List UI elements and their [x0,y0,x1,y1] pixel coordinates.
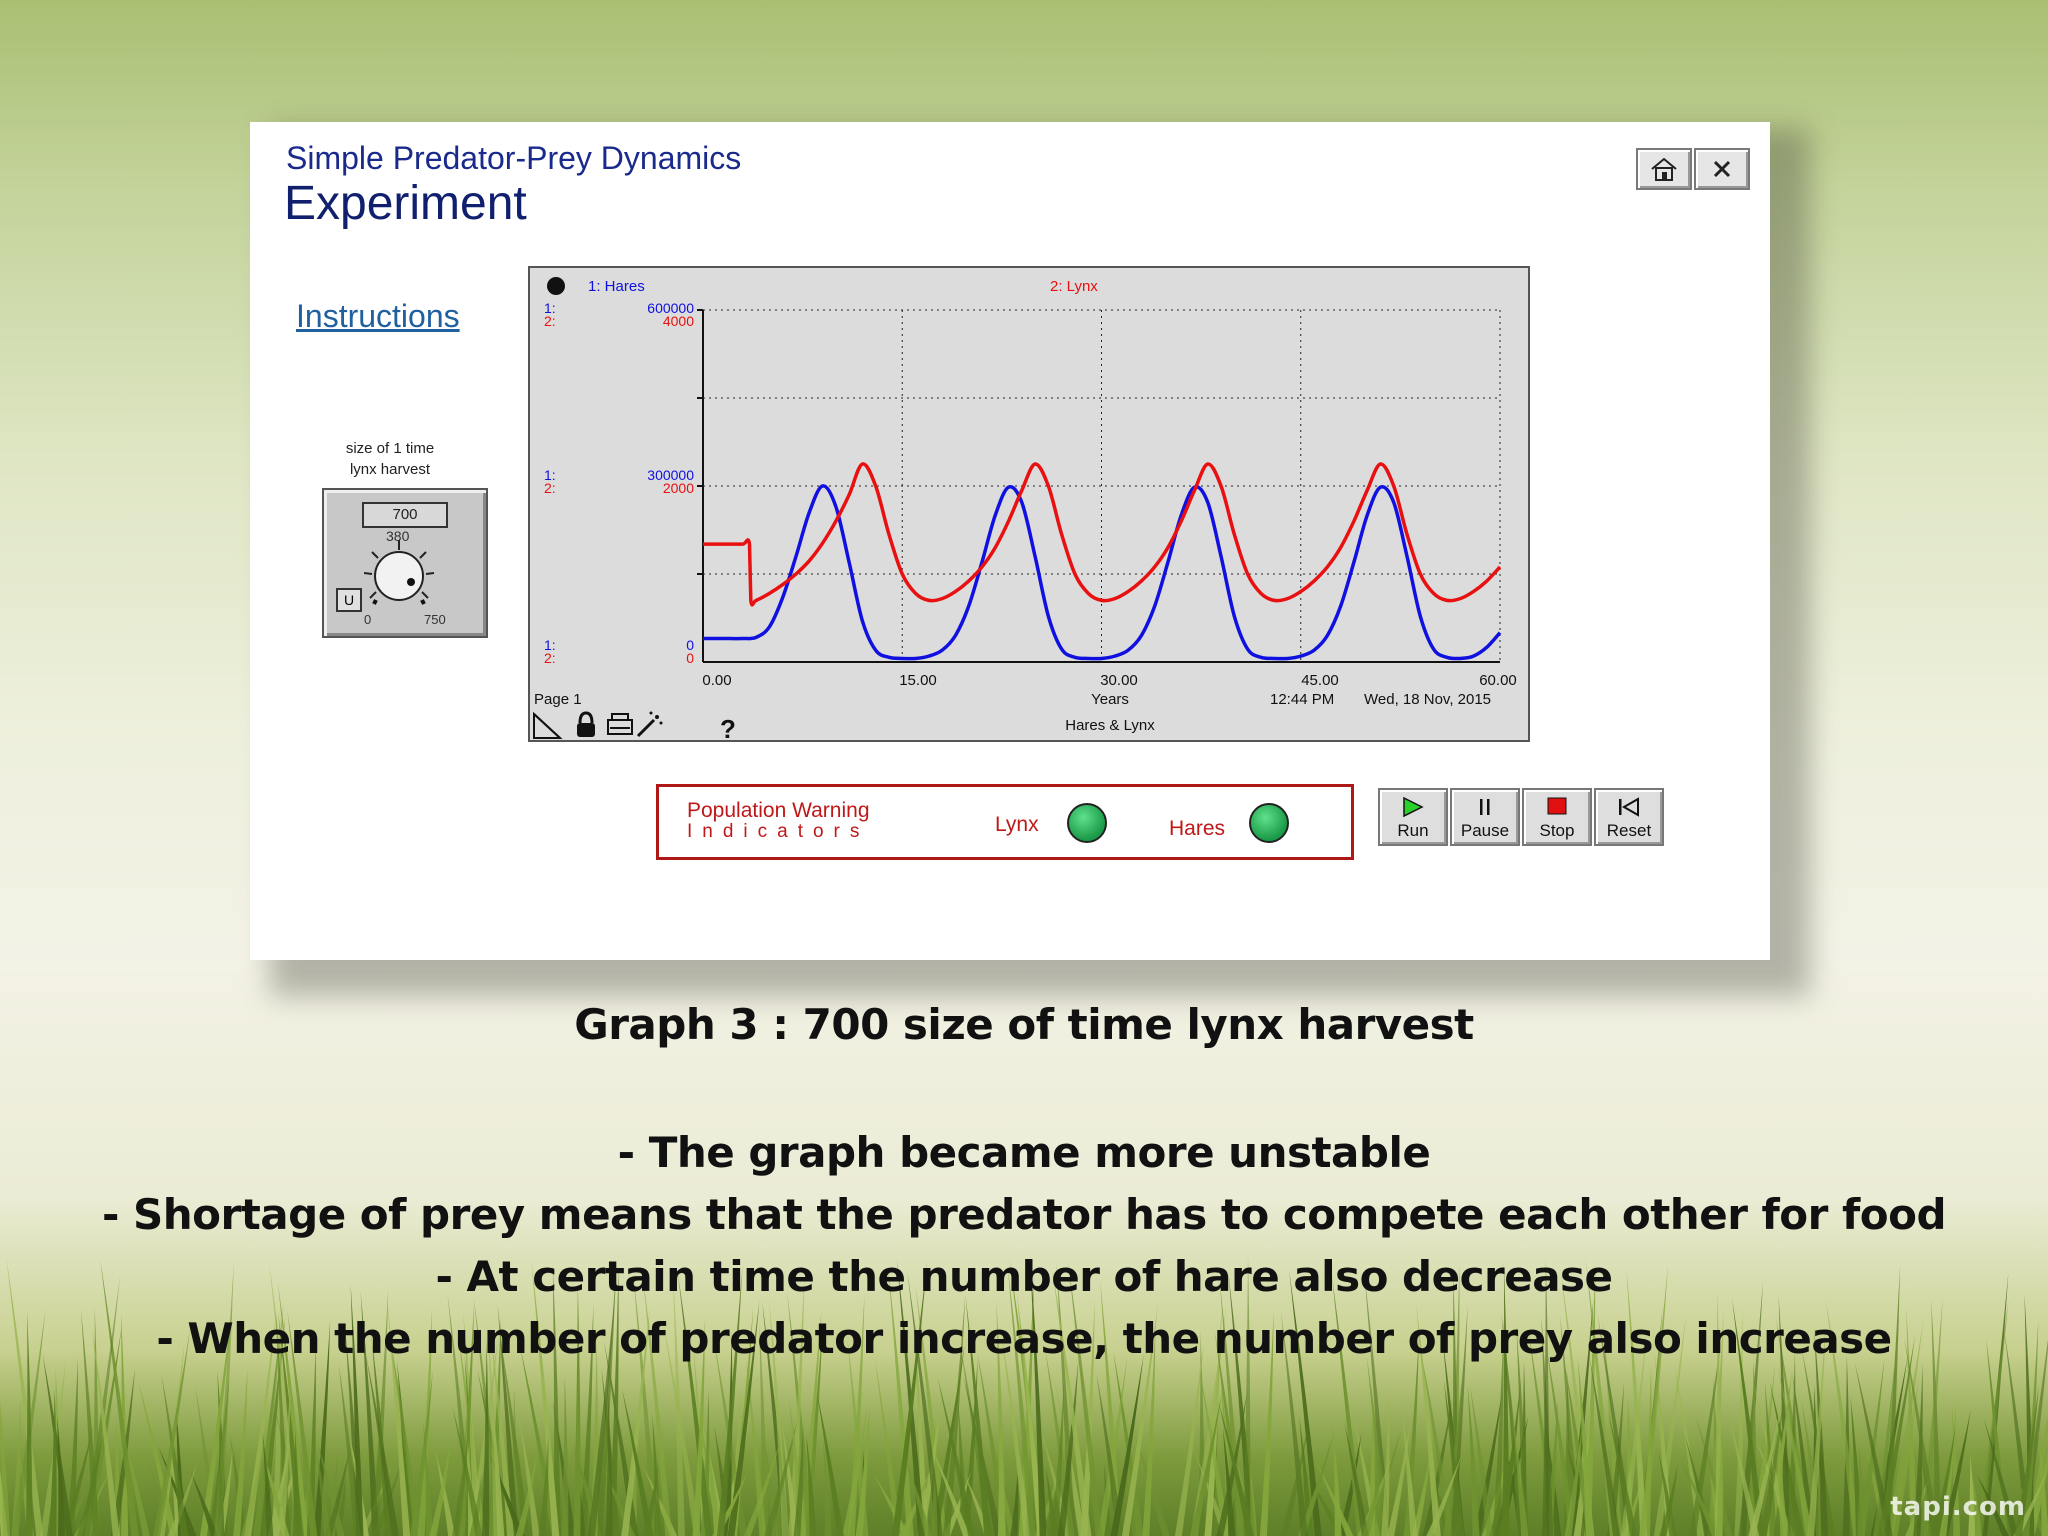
run-button[interactable]: Run [1378,788,1448,846]
graph-type-icon[interactable] [547,277,565,295]
watermark: tapi.com [1890,1492,2026,1522]
indicators-title-line1: Population Warning [687,799,870,822]
y2-tick-mid: 2000 [663,480,694,496]
pause-button[interactable]: Pause [1450,788,1520,846]
lock-icon[interactable] [577,711,595,737]
hares-indicator-light [1249,803,1289,843]
knob-label-line2: lynx harvest [349,461,431,478]
y2-tick-top: 4000 [663,313,694,329]
app-subtitle: Simple Predator-Prey Dynamics [286,140,742,176]
harvest-knob[interactable] [364,540,454,620]
app-title: Experiment [284,177,527,230]
axis-marker-top-2: 2: [544,313,556,329]
y2-tick-bot: 0 [686,650,694,666]
legend-hares: 1: Hares [588,278,645,295]
x-tick-0: 0.00 [702,672,731,689]
graph-time: 12:44 PM [1270,691,1334,708]
home-button[interactable] [1636,148,1692,190]
legend-lynx: 2: Lynx [1050,278,1098,295]
simulation-controls: Run Pause Stop Reset [1378,788,1666,846]
knob-u-button[interactable]: U [336,588,362,612]
knob-min-label: 0 [364,612,372,627]
slide-bullets: - The graph became more unstable - Short… [0,1122,2048,1370]
axis-marker-bot-2: 2: [544,650,556,666]
pause-icon [1480,799,1490,815]
x-tick-30: 30.00 [1100,672,1138,689]
knob-value-field[interactable]: 700 [362,502,448,528]
x-axis-label: Years [1091,691,1129,708]
page-label: Page 1 [534,691,582,708]
help-icon[interactable]: ? [720,714,736,740]
graph-name: Hares & Lynx [1065,717,1155,734]
stop-icon [1547,797,1567,815]
play-icon [1403,796,1424,818]
reset-button[interactable]: Reset [1594,788,1664,846]
simulation-window: Simple Predator-Prey Dynamics Experiment… [250,122,1770,960]
reset-icon [1619,797,1639,817]
bullet-4: - When the number of predator increase, … [156,1314,1892,1363]
axis-marker-mid-2: 2: [544,480,556,496]
stop-label: Stop [1539,821,1575,840]
x-tick-15: 15.00 [899,672,937,689]
graph-canvas: 1: Hares 2: Lynx 1: 2: 1: 2: 1: 2: 60000… [533,277,1517,740]
page-turn-icon[interactable] [533,711,563,739]
close-button[interactable] [1694,148,1750,190]
knob-max-label: 750 [424,612,446,627]
pause-label: Pause [1460,821,1510,840]
home-icon [1651,157,1677,181]
slide-caption: Graph 3 : 700 size of time lynx harvest [574,1000,1474,1049]
indicators-title-line2: Indicators [687,821,870,842]
close-icon [1713,160,1731,178]
hares-lynx-graph: 1: Hares 2: Lynx 1: 2: 1: 2: 1: 2: 60000… [528,266,1530,742]
hares-indicator-label: Hares [1169,817,1226,840]
print-icon[interactable] [607,713,633,735]
population-warning-indicators: Population Warning Indicators Lynx Hares [656,784,1354,860]
x-tick-60: 60.00 [1479,672,1517,689]
lynx-harvest-knob-panel: 700 380 U 0 750 [322,488,488,638]
lynx-indicator-light [1067,803,1107,843]
run-label: Run [1397,821,1429,840]
bullet-2: - Shortage of prey means that the predat… [101,1190,1947,1239]
knob-label: size of 1 time lynx harvest [310,438,470,480]
bullet-3: - At certain time the number of hare als… [435,1252,1613,1301]
x-tick-45: 45.00 [1301,672,1339,689]
graph-date: Wed, 18 Nov, 2015 [1364,691,1491,708]
hares-series-line [703,484,1502,661]
knob-label-line1: size of 1 time [345,440,435,457]
bullet-1: - The graph became more unstable [617,1128,1431,1177]
instructions-link[interactable]: Instructions [296,298,460,335]
magic-wand-icon[interactable] [636,711,663,738]
reset-label: Reset [1606,821,1652,840]
stop-button[interactable]: Stop [1522,788,1592,846]
lynx-indicator-label: Lynx [995,813,1039,836]
window-buttons [1636,148,1752,190]
